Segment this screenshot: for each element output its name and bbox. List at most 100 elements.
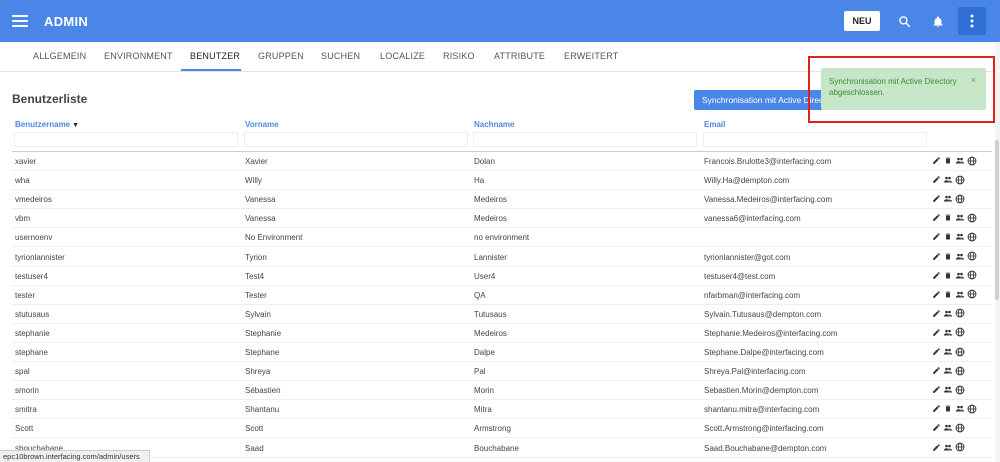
filter-email-input[interactable] [703,132,927,147]
edit-icon[interactable] [931,327,941,338]
group-icon[interactable] [943,442,953,453]
table-row[interactable]: sbouchabane Saad Bouchabane Saad.Bouchabane… [12,439,992,458]
search-icon[interactable] [890,7,918,35]
edit-icon[interactable] [931,251,941,262]
group-icon[interactable] [943,193,953,204]
edit-icon[interactable] [931,308,941,319]
table-row[interactable]: Scott Scott Armstrong Scott.Armstrong@inter… [12,419,992,439]
group-icon[interactable] [955,403,965,414]
edit-icon[interactable] [931,212,941,223]
table-row[interactable]: stephane Stephane Dalpe Stephane.Dalpe@inte… [12,343,992,362]
table-row[interactable]: tyrionlannister Tyrion Lannister tyrionlann… [12,248,992,267]
cell-firstname: Test4 [245,271,265,281]
table-row[interactable]: smitra Shantanu Mitra shantanu.mitra@interf… [12,400,992,420]
delete-icon[interactable] [943,212,953,223]
table-row[interactable]: xavier Xavier Dolan Francois.Brulotte3@inte… [12,152,992,171]
table-row[interactable]: vmedeiros Vanessa Medeiros Vanessa.Medeiros… [12,190,992,210]
group-icon[interactable] [943,327,953,338]
table-row[interactable]: tester Tester QA nfarbman@interfacing.com [12,286,992,305]
edit-icon[interactable] [931,193,941,204]
group-icon[interactable] [943,308,953,319]
group-icon[interactable] [955,289,965,300]
column-header-firstname[interactable]: Vorname [245,120,279,129]
row-actions [931,270,977,281]
column-header-lastname[interactable]: Nachname [474,120,514,129]
globe-icon[interactable] [967,155,977,166]
tab-risiko[interactable]: RISIKO [443,51,475,61]
more-vert-icon[interactable] [958,7,986,35]
edit-icon[interactable] [931,174,941,185]
globe-icon[interactable] [955,442,965,453]
new-button[interactable]: NEU [844,11,880,31]
delete-icon[interactable] [943,155,953,166]
edit-icon[interactable] [931,442,941,453]
globe-icon[interactable] [955,384,965,395]
table-row[interactable]: stephanie Stephanie Medeiros Stephanie.Mede… [12,324,992,343]
edit-icon[interactable] [931,384,941,395]
column-header-email[interactable]: Email [704,120,725,129]
group-icon[interactable] [955,231,965,242]
group-icon[interactable] [955,270,965,281]
edit-icon[interactable] [931,403,941,414]
scrollbar-thumb[interactable] [995,140,999,300]
filter-firstname-input[interactable] [244,132,468,147]
tab-environment[interactable]: ENVIRONMENT [104,51,173,61]
globe-icon[interactable] [955,308,965,319]
column-header-username[interactable]: Benutzername ▼ [15,120,79,129]
globe-icon[interactable] [955,346,965,357]
group-icon[interactable] [955,251,965,262]
table-row[interactable]: testuser4 Test4 User4 testuser4@test.com [12,267,992,286]
table-row[interactable]: vbm Vanessa Medeiros vanessa6@interfacing.c… [12,209,992,229]
edit-icon[interactable] [931,231,941,242]
table-row[interactable]: smorin Sébastien Morin Sebastien.Morin@demp… [12,381,992,401]
filter-username-input[interactable] [14,132,238,147]
tab-suchen[interactable]: SUCHEN [321,51,360,61]
bell-icon[interactable] [924,7,952,35]
globe-icon[interactable] [967,231,977,242]
table-row[interactable]: stutusaus Sylvain Tutusaus Sylvain.Tutusaus… [12,305,992,324]
tab-attribute[interactable]: ATTRIBUTE [494,51,545,61]
table-row[interactable]: wha Willy Ha Willy.Ha@dempton.com [12,171,992,191]
edit-icon[interactable] [931,346,941,357]
tab-allgemein[interactable]: ALLGEMEIN [33,51,86,61]
table-row[interactable]: spal Shreya Pal Shreya.Pal@interfacing.com [12,362,992,382]
cell-firstname: Vanessa [245,214,276,224]
globe-icon[interactable] [955,174,965,185]
tab-erweitert[interactable]: ERWEITERT [564,51,618,61]
group-icon[interactable] [955,212,965,223]
delete-icon[interactable] [943,270,953,281]
filter-lastname-input[interactable] [473,132,697,147]
globe-icon[interactable] [967,212,977,223]
delete-icon[interactable] [943,289,953,300]
group-icon[interactable] [943,365,953,376]
globe-icon[interactable] [967,251,977,262]
globe-icon[interactable] [955,327,965,338]
globe-icon[interactable] [967,403,977,414]
edit-icon[interactable] [931,365,941,376]
edit-icon[interactable] [931,422,941,433]
globe-icon[interactable] [967,289,977,300]
close-icon[interactable]: × [971,75,976,85]
tab-gruppen[interactable]: GRUPPEN [258,51,304,61]
group-icon[interactable] [943,346,953,357]
globe-icon[interactable] [955,365,965,376]
delete-icon[interactable] [943,231,953,242]
delete-icon[interactable] [943,251,953,262]
edit-icon[interactable] [931,155,941,166]
menu-icon[interactable] [12,15,28,27]
tab-benutzer[interactable]: BENUTZER [190,51,240,61]
globe-icon[interactable] [955,193,965,204]
sync-active-directory-button[interactable]: Synchronisation mit Active Directory [694,90,824,110]
globe-icon[interactable] [955,422,965,433]
edit-icon[interactable] [931,270,941,281]
delete-icon[interactable] [943,403,953,414]
globe-icon[interactable] [967,270,977,281]
group-icon[interactable] [955,155,965,166]
tab-localize[interactable]: LOCALIZE [380,51,425,61]
edit-icon[interactable] [931,289,941,300]
group-icon[interactable] [943,174,953,185]
table-row[interactable]: usernoenv No Environment no environment [12,228,992,248]
group-icon[interactable] [943,384,953,395]
group-icon[interactable] [943,422,953,433]
cell-email: Vanessa.Medeiros@interfacing.com [704,195,833,205]
